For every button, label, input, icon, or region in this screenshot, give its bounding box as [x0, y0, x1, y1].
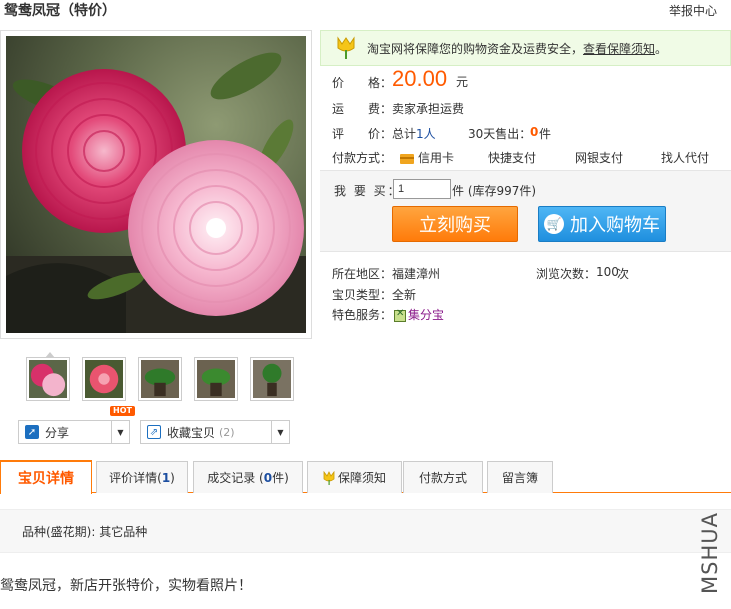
- jifenbao-link[interactable]: 集分宝: [394, 306, 444, 323]
- hot-badge: HOT: [110, 406, 135, 416]
- payment-quick-pay[interactable]: 快捷支付: [488, 149, 536, 166]
- tulip-icon: [337, 36, 355, 59]
- payment-online-bank[interactable]: 网银支付: [575, 149, 623, 166]
- add-to-cart-label: 加入购物车: [570, 215, 660, 236]
- payment-label: 付款方式：: [332, 151, 393, 165]
- add-to-cart-button[interactable]: 🛒 加入购物车: [538, 206, 666, 242]
- shipping-value: 卖家承担运费: [392, 102, 465, 116]
- thumbnail-5[interactable]: [250, 357, 294, 401]
- shipping-label: 运 费：: [332, 102, 393, 116]
- price-label: 价 格：: [332, 76, 393, 90]
- sold-value: 0: [530, 125, 539, 139]
- review-total-prefix: 总计: [392, 127, 417, 141]
- buy-now-button[interactable]: 立刻购买: [392, 206, 518, 242]
- credit-card-icon: [400, 153, 414, 164]
- service-label: 特色服务：: [332, 308, 393, 322]
- guarantee-text: 淘宝网将保障您的购物资金及运费安全，: [367, 41, 584, 56]
- price-unit: 元: [456, 75, 469, 89]
- location-value: 福建漳州: [392, 267, 441, 281]
- quantity-input[interactable]: [393, 179, 451, 199]
- tab-item-details[interactable]: 宝贝详情: [0, 460, 92, 494]
- guarantee-tail: 。: [655, 41, 668, 56]
- report-center-link[interactable]: 举报中心: [669, 2, 717, 19]
- quantity-label: 我 要 买：: [334, 184, 402, 198]
- price-value: 20.00: [392, 66, 448, 91]
- share-button[interactable]: ➚ 分享 ▼: [18, 420, 130, 444]
- favorite-icon: ⇗: [147, 425, 161, 439]
- tab-reviews[interactable]: 评价详情(1): [96, 461, 188, 493]
- thumbnail-2[interactable]: [82, 357, 126, 401]
- chevron-down-icon[interactable]: ▼: [111, 421, 129, 443]
- share-label: 分享: [45, 425, 70, 440]
- jifenbao-icon: [394, 308, 406, 322]
- watermark: MSHUA: [698, 512, 722, 594]
- thumbnail-1[interactable]: [26, 352, 70, 401]
- condition-label: 宝贝类型：: [332, 288, 393, 302]
- tab-guarantee[interactable]: 保障须知: [307, 461, 402, 493]
- attribute-variety: 品种(盛花期): 其它品种: [22, 525, 148, 539]
- camellia-photo: [6, 36, 306, 333]
- payment-credit-card[interactable]: 信用卡: [400, 149, 454, 166]
- tab-transactions[interactable]: 成交记录 (0 件): [193, 461, 303, 493]
- guarantee-banner: 淘宝网将保障您的购物资金及运费安全， 查看保障须知 。: [320, 30, 731, 66]
- thumbnail-strip: [26, 352, 294, 401]
- condition-value: 全新: [392, 288, 417, 302]
- views-label: 浏览次数：: [536, 267, 597, 281]
- sold-label: 30天售出：: [468, 127, 532, 141]
- sold-unit: 件: [539, 127, 552, 141]
- share-icon: ➚: [25, 425, 39, 439]
- tulip-icon: [323, 470, 335, 485]
- selected-indicator: [45, 352, 55, 358]
- item-description: 鸳鸯凤冠，新店开张特价，实物看照片！: [0, 578, 252, 594]
- stock-text: 件 (库存997件): [452, 184, 537, 198]
- tab-payment-methods[interactable]: 付款方式: [403, 461, 483, 493]
- review-total-link[interactable]: 1人: [416, 125, 436, 142]
- location-label: 所在地区：: [332, 267, 393, 281]
- favorite-label: 收藏宝贝: [167, 425, 216, 440]
- favorite-button[interactable]: ⇗ 收藏宝贝 (2) ▼: [140, 420, 290, 444]
- payment-proxy-pay[interactable]: 找人代付: [661, 149, 709, 166]
- main-product-image[interactable]: [0, 30, 312, 339]
- svg-text:MSHUA: MSHUA: [698, 512, 722, 594]
- tab-guestbook[interactable]: 留言簿: [487, 461, 553, 493]
- chevron-down-icon[interactable]: ▼: [271, 421, 289, 443]
- cart-icon: 🛒: [544, 214, 564, 234]
- item-title: 鸳鸯凤冠（特价）: [4, 3, 116, 19]
- thumbnail-3[interactable]: [138, 357, 182, 401]
- favorite-count: (2): [219, 425, 235, 439]
- detail-tabs: 宝贝详情 评价详情(1) 成交记录 (0 件) 保障须知 付款方式 留言簿: [0, 460, 731, 494]
- views-unit: 次: [617, 267, 630, 281]
- views-value: 100: [596, 265, 619, 279]
- thumbnail-4[interactable]: [194, 357, 238, 401]
- guarantee-link[interactable]: 查看保障须知: [583, 40, 655, 57]
- review-label: 评 价：: [332, 127, 393, 141]
